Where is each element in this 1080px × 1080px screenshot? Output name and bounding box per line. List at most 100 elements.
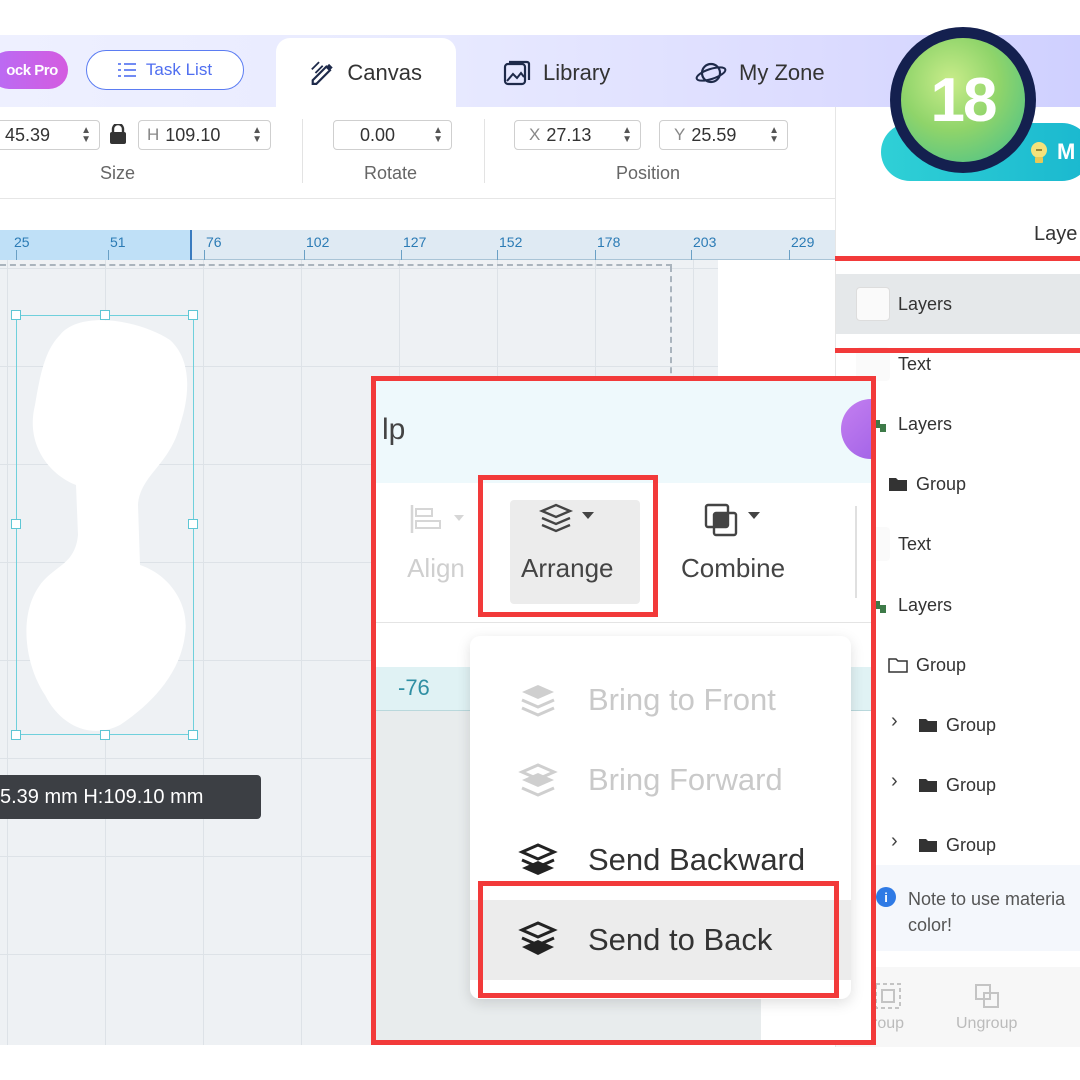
highlight-arrange-button bbox=[478, 475, 658, 617]
menu-item-bring-to-front[interactable]: Bring to Front bbox=[470, 660, 851, 740]
task-list-button[interactable]: Task List bbox=[86, 50, 244, 90]
x-stepper[interactable]: ▲ ▼ bbox=[622, 126, 632, 145]
resize-handle[interactable] bbox=[188, 519, 198, 529]
note-text: Note to use materia color! bbox=[908, 886, 1080, 938]
ruler-tick: 102 bbox=[306, 234, 330, 250]
resize-handle[interactable] bbox=[11, 310, 21, 320]
group-icon bbox=[875, 983, 902, 1009]
resize-handle[interactable] bbox=[188, 730, 198, 740]
menu-item-label: Bring to Front bbox=[588, 682, 776, 717]
ungroup-icon bbox=[974, 984, 999, 1008]
unlock-pro-button[interactable]: ock Pro bbox=[0, 51, 68, 89]
resize-handle[interactable] bbox=[188, 310, 198, 320]
bulb-icon bbox=[1031, 142, 1047, 163]
align-button[interactable]: Align bbox=[404, 501, 468, 584]
layer-label: Text bbox=[898, 533, 932, 554]
y-value: 25.59 bbox=[691, 124, 737, 145]
layer-label: Group bbox=[916, 473, 967, 494]
x-value: 27.13 bbox=[546, 124, 592, 145]
width-input[interactable]: 45.39 ▲ ▼ bbox=[0, 120, 100, 150]
folder-icon bbox=[919, 719, 937, 732]
divider bbox=[302, 119, 303, 183]
image-icon bbox=[503, 60, 531, 85]
folder-outline-icon bbox=[888, 658, 908, 673]
menu-item-label: Bring Forward bbox=[588, 762, 783, 797]
align-icon bbox=[410, 505, 464, 533]
lock-icon[interactable] bbox=[109, 124, 127, 144]
folder-icon bbox=[889, 478, 907, 491]
height-value: 109.10 bbox=[165, 124, 221, 145]
list-icon bbox=[117, 63, 136, 77]
step-number-badge: 18 bbox=[890, 27, 1036, 173]
y-prefix: Y bbox=[674, 125, 686, 144]
resize-handle[interactable] bbox=[100, 310, 110, 320]
ruler-tick: 178 bbox=[597, 234, 621, 250]
position-y-input[interactable]: Y 25.59 ▲ ▼ bbox=[659, 120, 788, 150]
position-label: Position bbox=[616, 163, 681, 183]
layers-panel-title: Laye bbox=[1034, 223, 1078, 245]
layer-label: Text bbox=[898, 353, 932, 374]
combine-icon bbox=[704, 503, 761, 537]
selection-box[interactable] bbox=[16, 315, 194, 735]
rotate-value: 0.00 bbox=[360, 124, 396, 145]
height-prefix: H bbox=[147, 125, 160, 144]
divider bbox=[855, 506, 857, 598]
resize-handle[interactable] bbox=[11, 519, 21, 529]
ruler-tick: 25 bbox=[14, 234, 30, 250]
menu-item-bring-forward[interactable]: Bring Forward bbox=[470, 740, 851, 820]
step-number: 18 bbox=[901, 38, 1025, 162]
combine-button[interactable]: Combine bbox=[681, 501, 785, 584]
layer-label: Layers bbox=[898, 413, 953, 434]
width-value: 45.39 bbox=[5, 124, 51, 145]
layer-label: Group bbox=[946, 714, 997, 735]
tab-library[interactable]: Library bbox=[503, 38, 610, 107]
resize-handle[interactable] bbox=[11, 730, 21, 740]
properties-toolbar: 45.39 ▲ ▼ H 109.10 ▲ ▼ Size 0.00 ▲ ▼ Rotate… bbox=[0, 107, 835, 199]
x-prefix: X bbox=[529, 125, 541, 144]
popup-header-text: lp bbox=[382, 413, 406, 446]
chevron-right-icon[interactable]: › bbox=[891, 710, 898, 733]
y-stepper[interactable]: ▲ ▼ bbox=[769, 126, 779, 145]
tab-my-zone[interactable]: My Zone bbox=[695, 38, 825, 107]
note-line: color! bbox=[908, 915, 953, 935]
position-x-input[interactable]: X 27.13 ▲ ▼ bbox=[514, 120, 641, 150]
ungroup-label: Ungroup bbox=[956, 1015, 1018, 1032]
tab-my-zone-label: My Zone bbox=[739, 59, 825, 85]
resize-handle[interactable] bbox=[100, 730, 110, 740]
chevron-right-icon[interactable]: › bbox=[891, 770, 898, 793]
height-stepper[interactable]: ▲ ▼ bbox=[252, 126, 262, 145]
bring-forward-icon bbox=[518, 763, 558, 797]
info-icon: i bbox=[876, 887, 896, 907]
bring-to-front-icon bbox=[521, 685, 555, 717]
ruler-tick: 229 bbox=[791, 234, 815, 250]
rotate-label: Rotate bbox=[364, 163, 418, 183]
rotate-stepper[interactable]: ▲ ▼ bbox=[433, 126, 443, 145]
popup-header: lp bbox=[376, 381, 871, 483]
layer-label: Group bbox=[946, 834, 997, 855]
menu-item-label: Send Backward bbox=[588, 842, 806, 877]
divider bbox=[484, 119, 485, 183]
ruler-tick: 203 bbox=[693, 234, 717, 250]
folder-icon bbox=[919, 779, 937, 792]
combine-label: Combine bbox=[681, 553, 786, 583]
size-label: Size bbox=[100, 163, 136, 183]
ruler-tick: 127 bbox=[403, 234, 427, 250]
arrange-zoom-callout: lp Align Arrange Combine -76 Bring to Fr… bbox=[371, 376, 876, 1045]
send-backward-icon bbox=[518, 843, 558, 875]
chevron-right-icon[interactable]: › bbox=[891, 830, 898, 853]
group-button[interactable]: roup bbox=[872, 981, 904, 1033]
size-tooltip: 5.39 mm H:109.10 mm bbox=[0, 775, 261, 819]
folder-icon bbox=[919, 839, 937, 852]
tab-canvas-label: Canvas bbox=[347, 59, 422, 85]
width-stepper[interactable]: ▲ ▼ bbox=[81, 126, 91, 145]
ungroup-button[interactable]: Ungroup bbox=[956, 981, 1017, 1033]
height-input[interactable]: H 109.10 ▲ ▼ bbox=[138, 120, 271, 150]
planet-icon bbox=[695, 62, 727, 83]
mat-boundary bbox=[0, 264, 672, 266]
ruler-tick: 152 bbox=[499, 234, 523, 250]
layer-label: Layers bbox=[898, 594, 953, 615]
ruler-tick: 76 bbox=[206, 234, 222, 250]
align-label: Align bbox=[407, 553, 465, 583]
rotate-input[interactable]: 0.00 ▲ ▼ bbox=[333, 120, 452, 150]
tab-canvas[interactable]: Canvas bbox=[276, 38, 456, 107]
